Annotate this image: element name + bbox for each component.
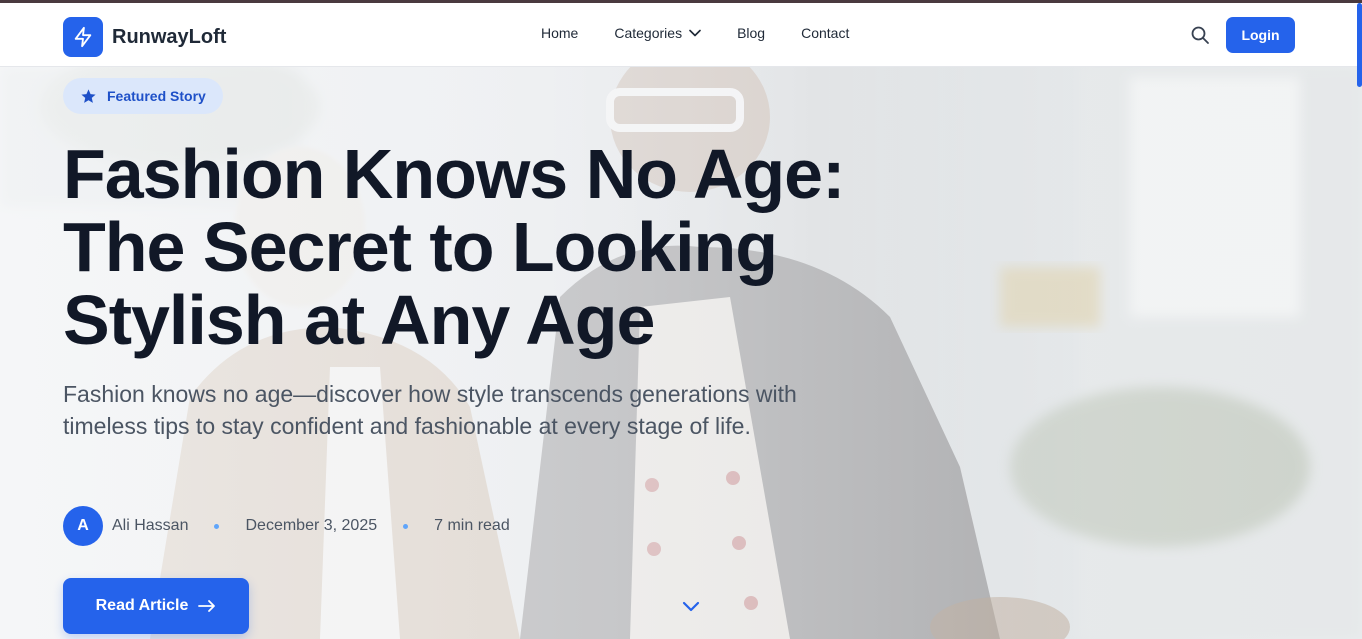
search-icon xyxy=(1191,26,1209,44)
meta-separator xyxy=(403,523,409,529)
top-accent-strip xyxy=(0,0,1362,3)
arrow-right-icon xyxy=(198,599,216,613)
read-article-label: Read Article xyxy=(95,597,189,614)
search-button[interactable] xyxy=(1190,25,1210,45)
site-header: RunwayLoft Home Categories Blog Contact … xyxy=(0,3,1362,67)
read-time: 7 min read xyxy=(434,517,510,534)
author-name: Ali Hassan xyxy=(112,517,189,534)
login-button[interactable]: Login xyxy=(1226,17,1295,53)
main-nav: Home Categories Blog Contact xyxy=(541,25,849,41)
meta-separator xyxy=(214,523,220,529)
article-subtitle: Fashion knows no age—discover how style … xyxy=(63,381,797,439)
headline-line: Stylish at Any Age xyxy=(63,281,655,359)
nav-categories-dropdown[interactable]: Categories xyxy=(614,25,701,41)
lightning-bolt-icon xyxy=(63,17,103,57)
headline-line: Fashion Knows No Age: xyxy=(63,135,845,213)
brand-logo-link[interactable]: RunwayLoft xyxy=(63,17,226,57)
author-avatar: A xyxy=(63,506,103,546)
featured-story-badge: Featured Story xyxy=(63,78,223,114)
brand-name: RunwayLoft xyxy=(112,25,227,48)
article-meta: A Ali Hassan December 3, 2025 7 min read xyxy=(63,506,510,546)
star-icon xyxy=(81,88,96,103)
nav-home-link[interactable]: Home xyxy=(541,25,578,41)
nav-blog-link[interactable]: Blog xyxy=(737,25,765,41)
chevron-down-icon xyxy=(682,601,700,612)
read-article-button[interactable]: Read Article xyxy=(63,578,249,634)
badge-label: Featured Story xyxy=(107,88,206,104)
scroll-down-indicator[interactable] xyxy=(681,600,701,614)
publish-date: December 3, 2025 xyxy=(245,517,378,534)
article-headline: Fashion Knows No Age: The Secret to Look… xyxy=(63,138,903,357)
nav-contact-link[interactable]: Contact xyxy=(801,25,849,41)
chevron-down-icon xyxy=(689,29,701,37)
scrollbar-thumb[interactable] xyxy=(1357,3,1362,87)
headline-line: The Secret to Looking xyxy=(63,208,778,286)
nav-categories-label: Categories xyxy=(614,25,683,41)
